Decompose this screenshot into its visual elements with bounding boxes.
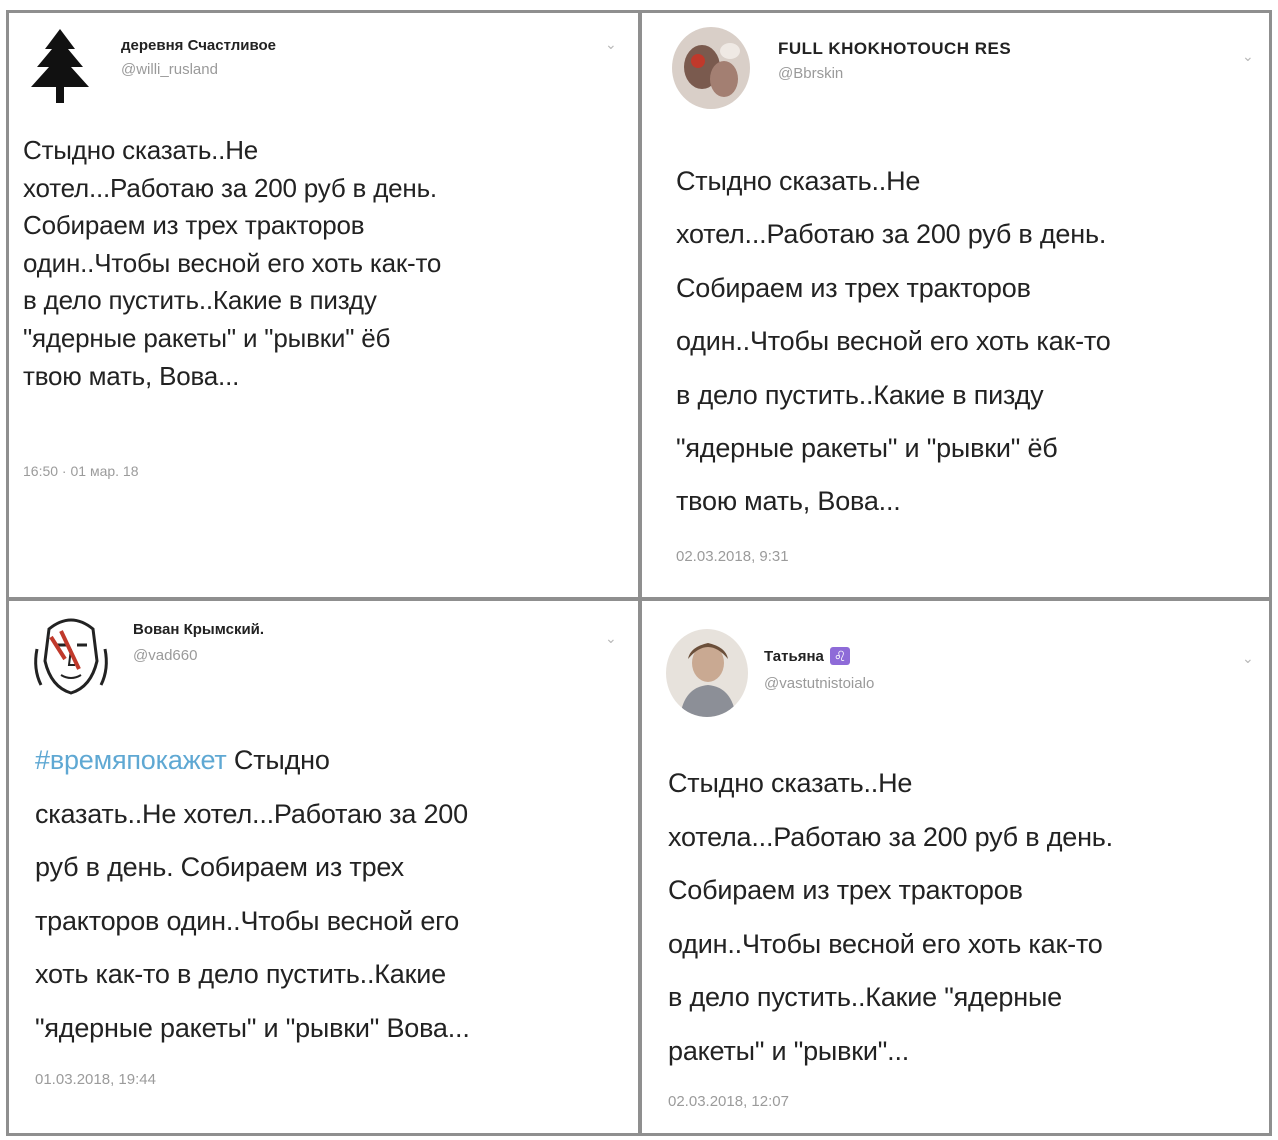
tweet-text: Стыдно сказать..Не хотел...Работаю за 20… <box>676 166 1111 517</box>
tweet-timestamp[interactable]: 02.03.2018, 12:07 <box>668 1093 789 1110</box>
author-handle[interactable]: @Bbrskin <box>778 65 843 82</box>
tweet-card[interactable]: Вован Крымский. @vad660 ⌄ #времяпокажет … <box>9 601 638 1133</box>
tweet-timestamp[interactable]: 16:50 · 01 мар. 18 <box>23 463 139 479</box>
author-name[interactable]: Татьяна ♌ <box>764 647 851 665</box>
face-sketch-icon[interactable] <box>31 609 111 695</box>
chevron-down-icon[interactable]: ⌄ <box>605 631 617 645</box>
chevron-down-icon[interactable]: ⌄ <box>1242 49 1254 63</box>
tweet-text-content: Стыдно сказать..Не хотел...Работаю за 20… <box>35 745 470 1043</box>
author-handle[interactable]: @willi_rusland <box>121 61 218 78</box>
tweet-collage: деревня Счастливое @willi_rusland ⌄ Стыд… <box>0 0 1278 1140</box>
tweet-card[interactable]: FULL KHOKHOTOUCH RES @Bbrskin ⌄ Стыдно с… <box>642 13 1269 597</box>
tweet-card[interactable]: Татьяна ♌ @vastutnistoialo ⌄ Стыдно сказ… <box>642 601 1269 1133</box>
tweet-card[interactable]: деревня Счастливое @willi_rusland ⌄ Стыд… <box>9 13 638 597</box>
photo-avatar-icon[interactable] <box>672 27 750 109</box>
chevron-down-icon[interactable]: ⌄ <box>605 37 617 51</box>
tweet-text: #времяпокажет Стыдно сказать..Не хотел..… <box>35 734 635 1056</box>
tweet-timestamp[interactable]: 02.03.2018, 9:31 <box>676 548 789 565</box>
author-name-text[interactable]: Татьяна <box>764 648 824 665</box>
woman-photo-icon[interactable] <box>666 629 748 717</box>
leo-zodiac-icon: ♌ <box>830 647 851 665</box>
author-handle[interactable]: @vastutnistoialo <box>764 675 874 692</box>
hashtag-link[interactable]: #времяпокажет <box>35 745 227 775</box>
right-border <box>1269 10 1272 1136</box>
pine-tree-icon[interactable] <box>25 27 95 107</box>
author-handle[interactable]: @vad660 <box>133 647 197 664</box>
author-name[interactable]: FULL KHOKHOTOUCH RES <box>778 39 1011 59</box>
author-name[interactable]: деревня Счастливое <box>121 37 276 54</box>
tweet-text: Стыдно сказать..Не хотела...Работаю за 2… <box>668 768 1113 1066</box>
tweet-text: Стыдно сказать..Не хотел...Работаю за 20… <box>23 135 442 391</box>
author-name[interactable]: Вован Крымский. <box>133 621 264 638</box>
tweet-timestamp[interactable]: 01.03.2018, 19:44 <box>35 1071 156 1088</box>
chevron-down-icon[interactable]: ⌄ <box>1242 651 1254 665</box>
